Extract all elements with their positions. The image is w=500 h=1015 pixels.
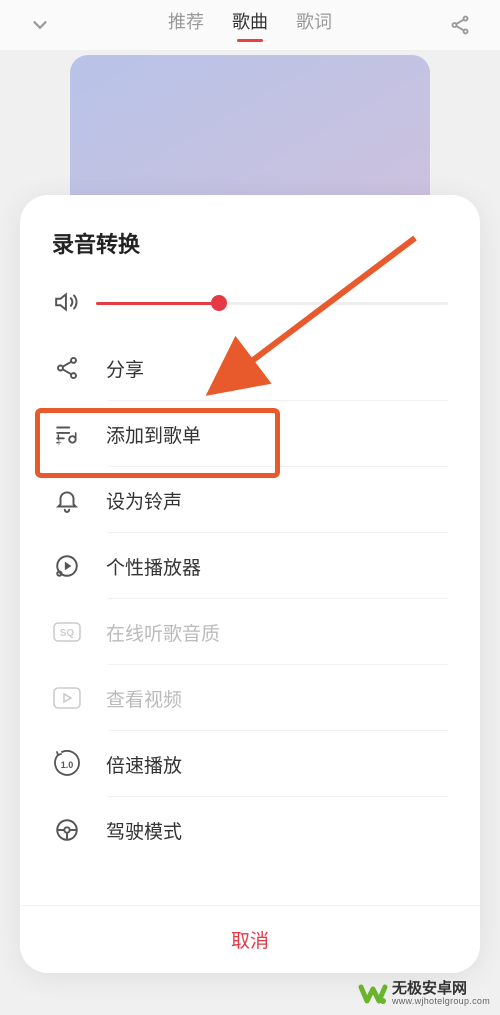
menu-item-player[interactable]: 个性播放器 bbox=[20, 533, 480, 599]
menu-label: 倍速播放 bbox=[106, 751, 182, 778]
watermark: 无极安卓网 www.wjhotelgroup.com bbox=[358, 979, 490, 1009]
header-bar: 推荐 歌曲 歌词 bbox=[0, 0, 500, 50]
tabs: 推荐 歌曲 歌词 bbox=[168, 8, 332, 42]
player-icon bbox=[52, 551, 82, 581]
slider-thumb[interactable] bbox=[211, 295, 227, 311]
svg-text:1.0: 1.0 bbox=[61, 760, 74, 770]
tab-recommend[interactable]: 推荐 bbox=[168, 8, 204, 42]
volume-icon bbox=[52, 287, 82, 317]
menu-item-speed[interactable]: 1.0 倍速播放 bbox=[20, 731, 480, 797]
menu-item-add-playlist[interactable]: + 添加到歌单 bbox=[20, 401, 480, 467]
svg-text:+: + bbox=[56, 438, 62, 447]
watermark-title: 无极安卓网 bbox=[392, 981, 490, 998]
menu-label: 添加到歌单 bbox=[106, 421, 201, 448]
steering-icon bbox=[52, 815, 82, 845]
menu-item-video: 查看视频 bbox=[20, 665, 480, 731]
video-icon bbox=[52, 683, 82, 713]
bell-icon bbox=[52, 485, 82, 515]
sq-icon: SQ bbox=[52, 617, 82, 647]
tab-song[interactable]: 歌曲 bbox=[232, 8, 268, 42]
cancel-button[interactable]: 取消 bbox=[20, 905, 480, 973]
svg-text:SQ: SQ bbox=[60, 628, 75, 639]
menu-label: 设为铃声 bbox=[106, 487, 182, 514]
tab-lyrics[interactable]: 歌词 bbox=[296, 8, 332, 42]
share-top-icon[interactable] bbox=[445, 10, 475, 40]
share-icon bbox=[52, 353, 82, 383]
menu-label: 分享 bbox=[106, 355, 144, 382]
action-sheet: 录音转换 分享 + 添加到歌单 设为铃声 个性播放器 bbox=[20, 195, 480, 973]
menu-label: 驾驶模式 bbox=[106, 817, 182, 844]
menu-label: 查看视频 bbox=[106, 685, 182, 712]
chevron-down-icon[interactable] bbox=[25, 10, 55, 40]
sheet-title: 录音转换 bbox=[20, 227, 480, 269]
watermark-url: www.wjhotelgroup.com bbox=[392, 997, 490, 1007]
speed-icon: 1.0 bbox=[52, 749, 82, 779]
volume-row bbox=[20, 269, 480, 335]
menu-item-drive[interactable]: 驾驶模式 bbox=[20, 797, 480, 863]
volume-slider[interactable] bbox=[96, 302, 448, 305]
menu-item-ringtone[interactable]: 设为铃声 bbox=[20, 467, 480, 533]
menu-label: 在线听歌音质 bbox=[106, 619, 220, 646]
watermark-logo-icon bbox=[358, 979, 388, 1009]
add-playlist-icon: + bbox=[52, 419, 82, 449]
menu-item-share[interactable]: 分享 bbox=[20, 335, 480, 401]
menu-label: 个性播放器 bbox=[106, 553, 201, 580]
menu-item-quality: SQ 在线听歌音质 bbox=[20, 599, 480, 665]
